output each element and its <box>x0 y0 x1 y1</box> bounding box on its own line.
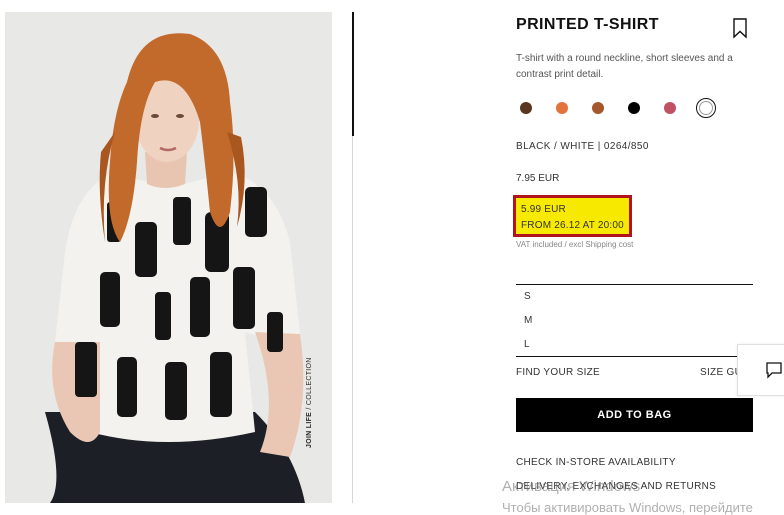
color-swatch-black[interactable] <box>624 98 644 118</box>
collection-label: JOIN LIFE / COLLECTION <box>306 357 313 448</box>
promo-price: 5.99 EUR <box>521 204 566 215</box>
promo-date: FROM 26.12 AT 20:00 <box>521 220 624 231</box>
color-swatch-orange[interactable] <box>552 98 572 118</box>
delivery-returns-link[interactable]: DELIVERY, EXCHANGES AND RETURNS <box>516 481 716 492</box>
bookmark-icon[interactable] <box>731 17 749 39</box>
color-code: BLACK / WHITE | 0264/850 <box>516 141 649 152</box>
vat-note: VAT included / excl Shipping cost <box>516 240 634 249</box>
add-to-bag-button[interactable]: ADD TO BAG <box>516 398 753 432</box>
gallery-scroll-thumb[interactable] <box>352 12 354 136</box>
color-swatch-rose[interactable] <box>660 98 680 118</box>
size-option-s[interactable]: S <box>524 291 531 302</box>
divider <box>516 284 753 285</box>
color-swatch-dark-brown[interactable] <box>516 98 536 118</box>
gallery-scroll-track[interactable] <box>352 136 353 503</box>
product-photo <box>5 12 332 503</box>
size-option-m[interactable]: M <box>524 315 532 326</box>
old-price: 7.95 EUR <box>516 173 560 184</box>
product-description: T-shirt with a round neckline, short sle… <box>516 53 733 80</box>
chat-button[interactable] <box>737 344 784 396</box>
divider <box>516 356 753 357</box>
windows-activation-watermark-sub: Чтобы активировать Windows, перейдите <box>502 500 753 515</box>
product-title: PRINTED T-SHIRT <box>516 16 659 33</box>
check-store-availability-link[interactable]: CHECK IN-STORE AVAILABILITY <box>516 457 676 468</box>
find-your-size-link[interactable]: FIND YOUR SIZE <box>516 367 600 378</box>
size-option-l[interactable]: L <box>524 339 530 350</box>
color-swatch-white[interactable] <box>696 98 716 118</box>
promo-price-box: 5.99 EUR FROM 26.12 AT 20:00 <box>513 195 632 237</box>
size-guide-link[interactable]: SIZE GU <box>700 367 742 378</box>
chat-icon <box>766 362 782 379</box>
color-swatch-brown[interactable] <box>588 98 608 118</box>
